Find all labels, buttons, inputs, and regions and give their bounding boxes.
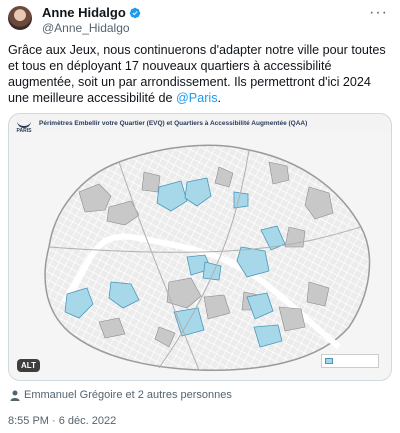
qaa-zone — [233, 191, 249, 209]
avatar[interactable] — [8, 6, 32, 30]
map-title: Périmètres Embellir votre Quartier (EVQ)… — [39, 120, 308, 127]
legend-qaa-swatch — [325, 358, 333, 364]
author-handle[interactable]: @Anne_Hidalgo — [42, 21, 141, 35]
tagged-people-text[interactable]: Emmanuel Grégoire et 2 autres personnes — [24, 389, 232, 401]
tweet-header: Anne Hidalgo @Anne_Hidalgo ··· — [8, 5, 392, 36]
author-block: Anne Hidalgo @Anne_Hidalgo — [42, 6, 141, 35]
tweet-text-end: . — [217, 91, 222, 105]
mention-link[interactable]: @Paris — [176, 91, 217, 105]
tagged-people[interactable]: Emmanuel Grégoire et 2 autres personnes — [10, 389, 232, 401]
tweet-text: Grâce aux Jeux, nous continuerons d'adap… — [8, 42, 392, 106]
person-icon — [10, 390, 20, 401]
tweet-timestamp[interactable]: 8:55 PM · 6 déc. 2022 — [8, 415, 116, 427]
alt-badge[interactable]: ALT — [17, 359, 40, 372]
more-horizontal-icon[interactable]: ··· — [369, 5, 388, 21]
author-name[interactable]: Anne Hidalgo — [42, 6, 126, 20]
map-legend — [321, 354, 379, 368]
verified-badge-icon — [129, 7, 141, 19]
media-image[interactable]: PARIS Périmètres Embellir votre Quartier… — [8, 113, 392, 381]
paris-map — [9, 132, 391, 380]
